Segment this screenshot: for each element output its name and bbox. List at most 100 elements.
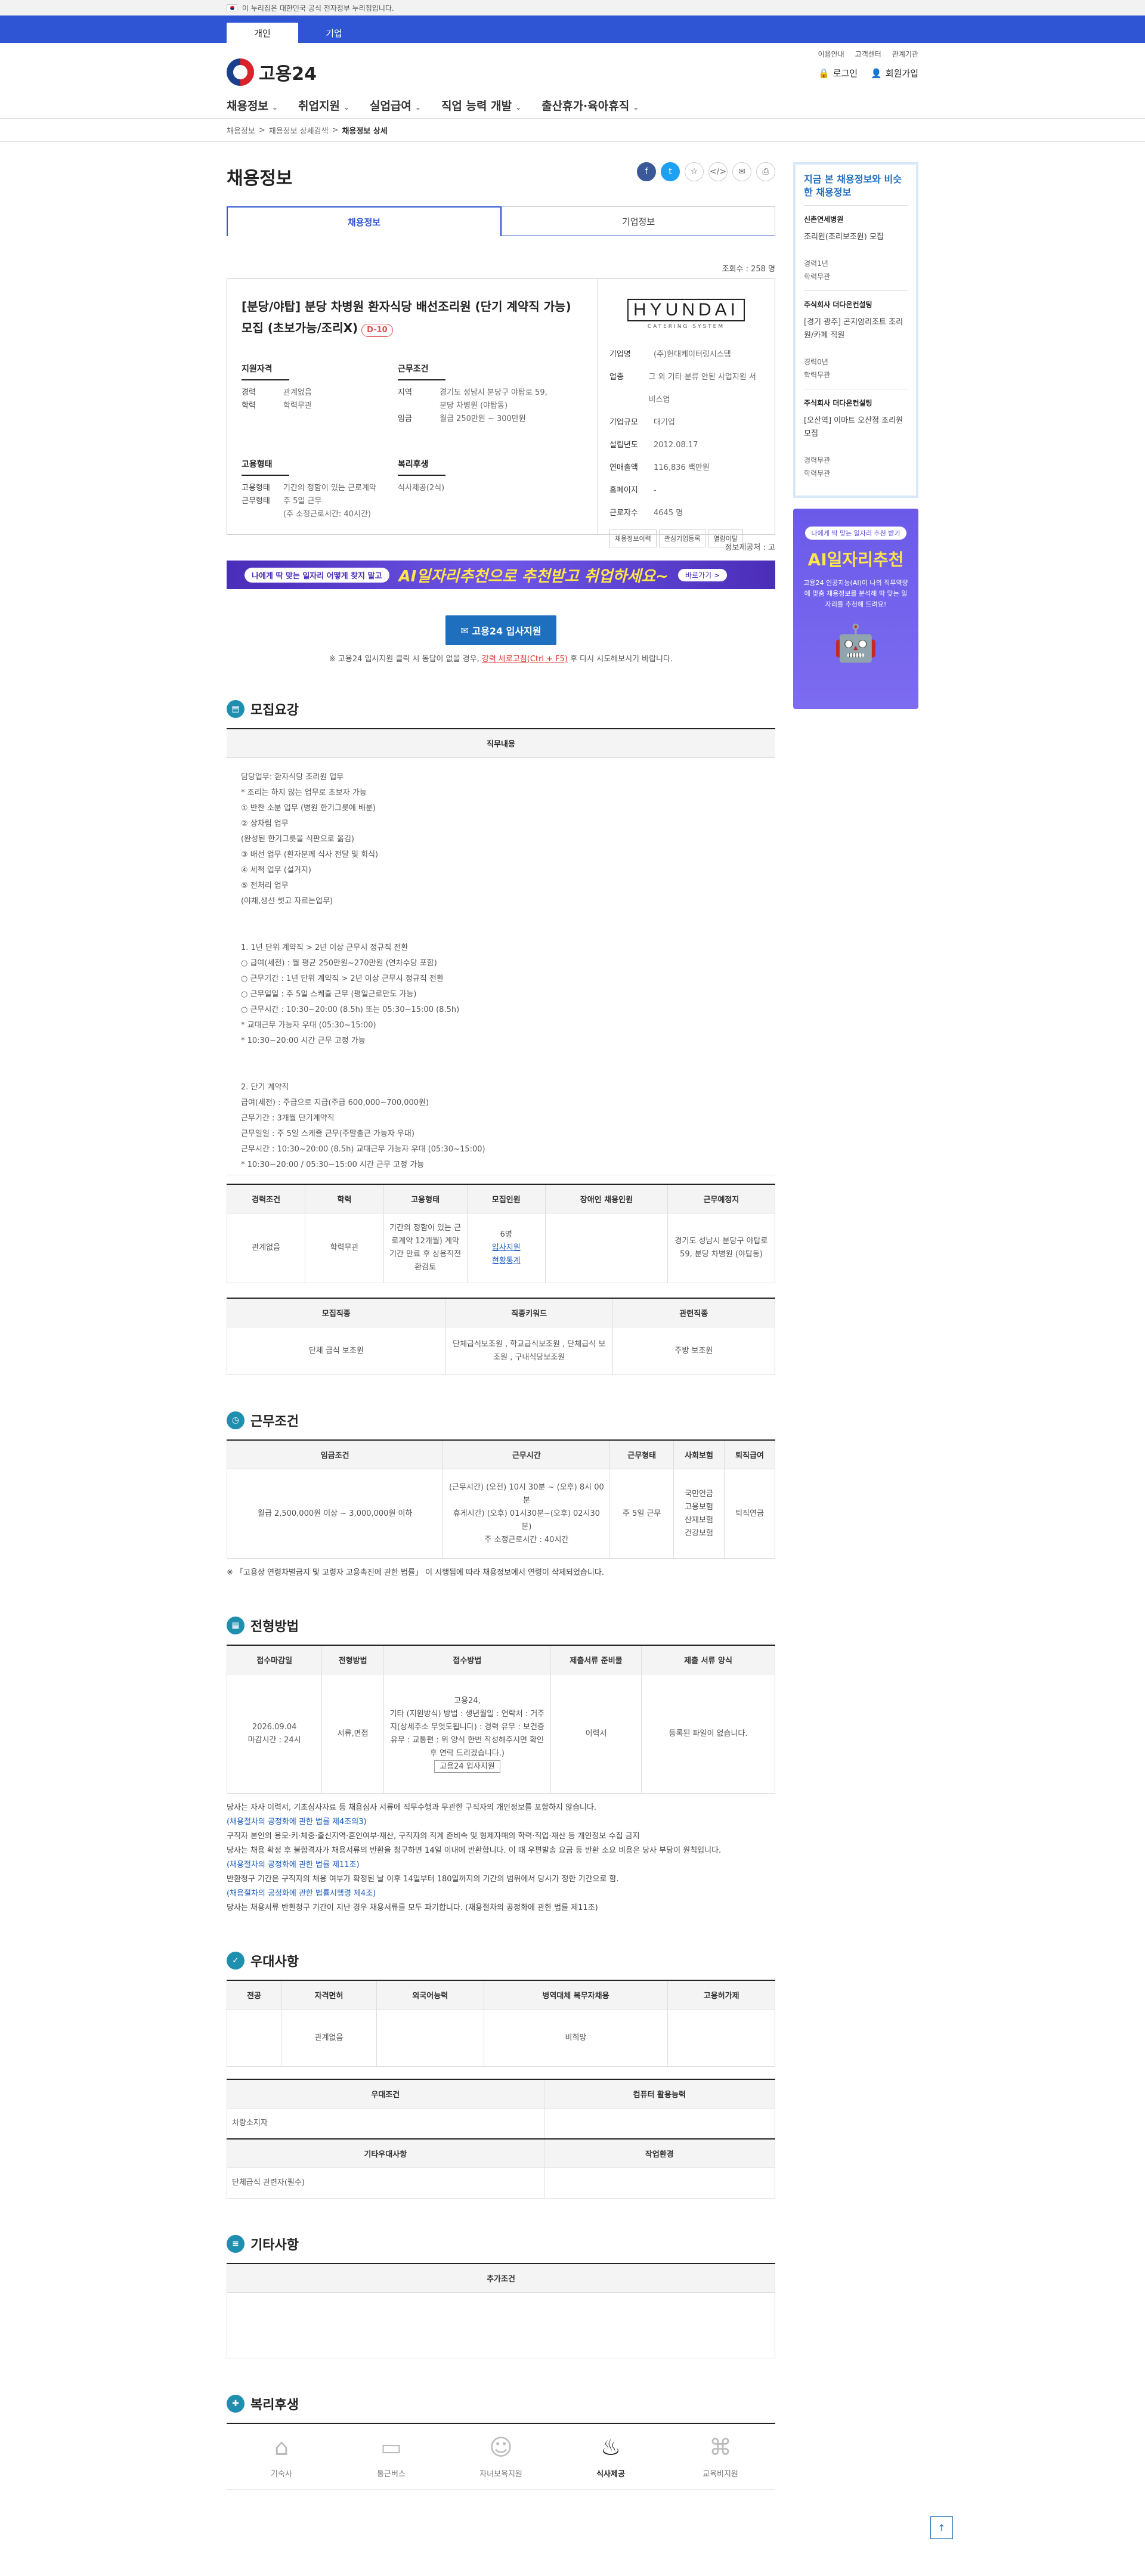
row-key: 지역: [398, 388, 412, 397]
tab-personal[interactable]: 개인: [227, 23, 298, 43]
td: [376, 2009, 484, 2067]
facebook-icon[interactable]: f: [637, 162, 656, 181]
welfare-value: 식사제공(2식): [398, 484, 445, 493]
duty-box: 직무내용 담당업무: 환자식당 조리원 업무 * 조리는 하지 않는 업무로 초…: [227, 728, 775, 1175]
row-key: 학력: [242, 401, 256, 410]
crumb-1[interactable]: 채용정보: [227, 125, 255, 136]
logo[interactable]: 고용24: [227, 58, 317, 86]
th: 외국어능력: [376, 1980, 484, 2010]
embed-icon[interactable]: </>: [708, 162, 728, 181]
refresh-link[interactable]: 강력 새로고침(Ctrl + F5): [482, 655, 568, 664]
job-type-table: 모집직종 직종키워드 관련직종 단체 급식 보조원 단체급식보조원 , 학교급식보조원…: [227, 1298, 776, 1375]
print-icon[interactable]: ⎙: [756, 162, 775, 181]
mail-icon[interactable]: ✉: [732, 162, 751, 181]
gov-banner-text: 이 누리집은 대한민국 공식 전자정부 누리집입니다.: [242, 4, 394, 13]
chevron-right-icon: >: [258, 125, 265, 135]
scroll-top-button[interactable]: ↑: [930, 2516, 953, 2539]
section-label: 근무조건: [250, 1414, 299, 1429]
th: 전공: [226, 1980, 282, 2010]
welfare-item: ⌂ 기숙사: [227, 2424, 336, 2490]
user-icon: 👤: [871, 67, 882, 79]
favorite-company-button[interactable]: 관심기업등록: [658, 530, 706, 547]
nav-jobs[interactable]: 채용정보 ⌄: [227, 97, 278, 113]
th: 컴퓨터 활용능력: [543, 2079, 776, 2109]
note: (채용절차의 공정화에 관한 법률시행령 제4조): [227, 1889, 376, 1898]
th: 근무시간: [442, 1439, 611, 1469]
th: 자격면허: [281, 1980, 377, 2010]
row-value: 그 외 기타 분류 안된 사업지원 서비스업: [648, 373, 756, 404]
similar-job-item[interactable]: 주식회사 더다온컨설팅 [오산역] 이마트 오산점 조리원 모집 경력무관 학력무관: [804, 389, 908, 487]
stats-link[interactable]: 현황통계: [492, 1256, 521, 1265]
utility-links: 이용안내 고객센터 관계기관: [818, 49, 918, 59]
twitter-icon[interactable]: t: [661, 162, 680, 181]
th: 직종키워드: [445, 1298, 613, 1327]
row-key: 홈페이지: [609, 486, 638, 495]
apply-link[interactable]: 입사지원: [492, 1243, 521, 1252]
note: (채용절차의 공정화에 관한 법률 제11조): [227, 1860, 360, 1869]
td: 서류,면접: [321, 1674, 384, 1794]
util-agencies[interactable]: 관계기관: [892, 49, 918, 59]
chevron-right-icon: >: [332, 125, 339, 135]
tab-company-info[interactable]: 기업정보: [502, 206, 775, 236]
chevron-down-icon: ⌄: [271, 103, 278, 112]
td: 차량소지자: [227, 2108, 544, 2140]
robot-icon: 🤖: [833, 623, 878, 664]
employment-group: 고용형태 고용형태 기간의 정함이 있는 근로계약 근무형태 주 5일 근무 (주 …: [242, 458, 397, 521]
ai-recommend-banner[interactable]: 나에게 딱 맞는 일자리 어떻게 찾지 말고 AI일자리추천으로 추천받고 취업…: [227, 561, 775, 589]
pref-table: 전공 자격면허 외국어능력 병역대체 복무자채용 고용허가제 관계없음 비희망: [226, 1980, 775, 2067]
join-label: 회원가입: [885, 68, 918, 79]
th: 접수마감일: [226, 1645, 323, 1674]
welfare-grid: ⌂ 기숙사 ▭ 통근버스 ☺ 자녀보육지원 ♨ 식사제공 ⌘ 교육비지원: [227, 2423, 775, 2490]
th: 모집직종: [227, 1298, 446, 1327]
tab-job-info[interactable]: 채용정보: [227, 206, 502, 236]
section-process-title: ▦ 전형방법: [227, 1616, 775, 1635]
nav-support[interactable]: 취업지원 ⌄: [298, 97, 349, 113]
th: 퇴직급여: [724, 1439, 775, 1469]
welfare-item: ▭ 통근버스: [336, 2424, 446, 2490]
apply-label: 고용24 입사지원: [472, 626, 541, 637]
nav-label: 출산휴가·육아휴직: [541, 99, 630, 113]
th: 관련직종: [612, 1298, 776, 1327]
side-job-title: [경기 광주] 곤지암리조트 조리원/카페 직원: [804, 318, 903, 340]
section-work-title: ◷ 근무조건: [227, 1411, 775, 1430]
nav-training[interactable]: 직업 능력 개발 ⌄: [441, 97, 521, 113]
td: [543, 2108, 776, 2140]
site-header: 고용24 이용안내 고객센터 관계기관 🔒 로그인 👤 회원가입: [227, 43, 918, 92]
row-key: 경력: [242, 388, 256, 397]
join-link[interactable]: 👤 회원가입: [871, 67, 918, 79]
td: 월급 2,500,000원 이상 ~ 3,000,000원 이하: [226, 1469, 444, 1559]
row-value: 경기도 성남시 분당구 야탑로 59, 분당 차병원 (야탑동): [440, 388, 547, 410]
similar-job-item[interactable]: 신촌연세병원 조리원(조리보조원) 모집 경력1년 학력무관: [804, 205, 908, 290]
th: 작업환경: [543, 2138, 776, 2168]
chevron-down-icon: ⌄: [343, 103, 349, 112]
row-value: 월급 250만원 ~ 300만원: [440, 414, 526, 423]
tab-company[interactable]: 기업: [298, 23, 370, 43]
similar-job-item[interactable]: 주식회사 더다온컨설팅 [경기 광주] 곤지암리조트 조리원/카페 직원 경력0년 학…: [804, 290, 908, 389]
side-job-title: 조리원(조리보조원) 모집: [804, 233, 884, 242]
th: 우대조건: [227, 2079, 544, 2109]
nav-unemployment[interactable]: 실업급여 ⌄: [370, 97, 421, 113]
row-key: 연매출액: [609, 463, 638, 472]
history-button[interactable]: 채용정보이력: [609, 530, 657, 547]
login-link[interactable]: 🔒 로그인: [818, 67, 858, 79]
row-value: 관계없음: [283, 388, 312, 397]
mail-icon: ✉: [460, 624, 472, 636]
star-icon[interactable]: ☆: [685, 162, 704, 181]
util-help[interactable]: 고객센터: [855, 49, 881, 59]
group-title: 고용형태: [242, 458, 289, 476]
apply-button[interactable]: ✉ 고용24 입사지원: [445, 615, 556, 645]
group-title: 근무조건: [398, 363, 445, 380]
apply-small-button[interactable]: 고용24 입사지원: [434, 1760, 500, 1773]
td: 2026.09.04 마감시간 : 24시: [226, 1674, 323, 1794]
nav-leave[interactable]: 출산휴가·육아휴직 ⌄: [541, 97, 639, 113]
note: 당사는 자사 이력서, 기초심사자료 등 채용심사 서류에 직무수행과 무관한 …: [227, 1803, 596, 1812]
crumb-2[interactable]: 채용정보 상세검색: [269, 125, 329, 136]
ai-recommend-side-banner[interactable]: 나에게 딱 맞는 일자리 추천 받기 AI일자리추천 고용24 인공지능(AI)…: [793, 509, 918, 709]
meal-icon: ♨: [600, 2434, 621, 2460]
group-title: 복리후생: [398, 458, 445, 476]
side-company: 주식회사 더다온컨설팅: [804, 399, 872, 407]
util-guide[interactable]: 이용안내: [818, 49, 844, 59]
note: 당사는 채용서류 반환청구 기간이 지난 경우 채용서류를 모두 파기합니다. …: [227, 1903, 598, 1912]
row-value: 주 5일 근무: [283, 497, 322, 506]
welfare-item: ⌘ 교육비지원: [666, 2424, 775, 2490]
